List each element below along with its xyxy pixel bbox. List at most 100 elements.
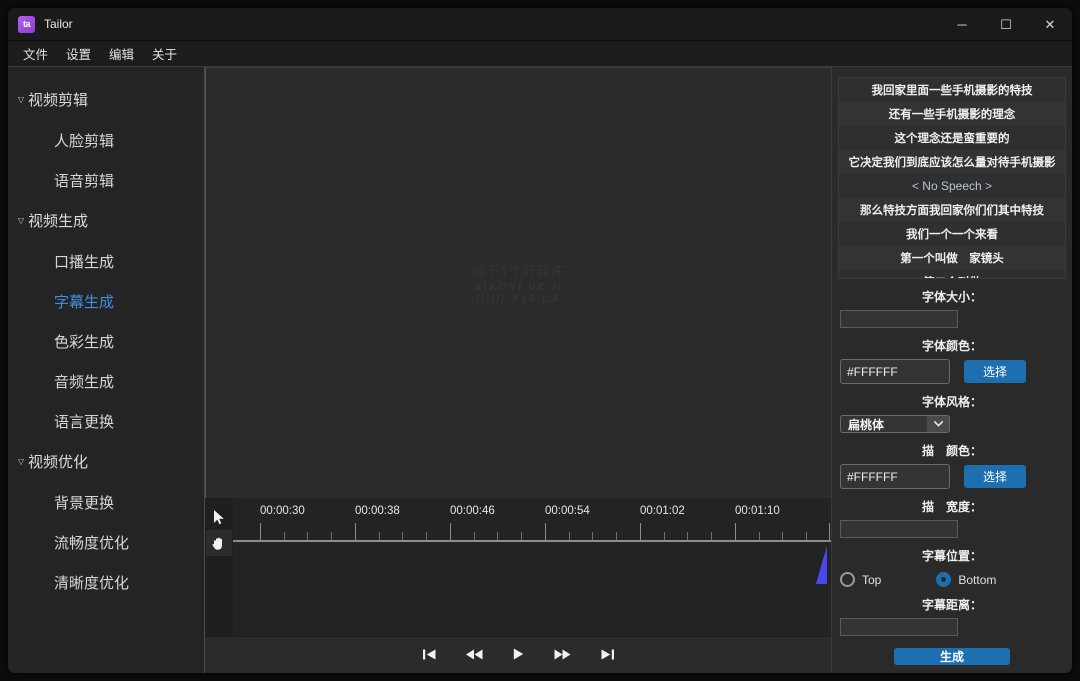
ruler-major-tick — [829, 523, 830, 540]
font-color-row: #FFFFFF 选择 — [838, 359, 1066, 384]
skip-to-end-button[interactable] — [597, 646, 618, 665]
font-color-select-button[interactable]: 选择 — [964, 360, 1026, 383]
stroke-width-label: 描 宽度： — [921, 500, 982, 514]
hand-icon — [212, 537, 222, 550]
sidebar-item-background-change[interactable]: 背景更换 — [8, 482, 204, 522]
timeline: 00:00:30 00:00:38 00:00:46 00:00:54 00:0… — [205, 498, 831, 673]
timeline-ruler[interactable]: 00:00:30 00:00:38 00:00:46 00:00:54 00:0… — [233, 498, 831, 546]
menu-file[interactable]: 文件 — [22, 42, 49, 65]
timeline-tools — [205, 498, 233, 636]
stroke-width-input[interactable] — [840, 520, 958, 538]
chevron-down-icon: ▽ — [17, 215, 25, 225]
ruler-minor-tick — [426, 532, 427, 540]
ruler-tick-label: 00:00:30 — [260, 505, 305, 517]
sidebar-item-subtitle-generation[interactable]: 字幕生成 — [8, 281, 204, 321]
subtitle-row[interactable]: 第二个叫做 — [839, 270, 1065, 278]
maximize-button[interactable]: ☐ — [984, 8, 1028, 40]
app-root: ta Tailor ─ ☐ ✕ 文件 设置 编辑 关于 ▽ 视频剪辑 人脸剪辑 … — [0, 0, 1080, 681]
sidebar-group-video-optimization[interactable]: ▽ 视频优化 — [8, 441, 204, 482]
sidebar-group-video-editing[interactable]: ▽ 视频剪辑 — [8, 79, 204, 120]
sidebar-item-color-generation[interactable]: 色彩生成 — [8, 321, 204, 361]
sidebar-group-label: 视频优化 — [28, 454, 89, 471]
ruler-minor-tick — [569, 532, 570, 540]
ruler-major-tick — [735, 523, 736, 540]
menu-settings[interactable]: 设置 — [65, 42, 92, 65]
sidebar-item-smoothness-optimization[interactable]: 流畅度优化 — [8, 522, 204, 562]
stroke-color-input[interactable]: #FFFFFF — [840, 464, 950, 489]
transport-controls — [205, 636, 831, 673]
subtitle-distance-input[interactable] — [840, 618, 958, 636]
menu-edit[interactable]: 编辑 — [108, 42, 135, 65]
radio-bottom[interactable] — [936, 572, 952, 587]
sidebar-item-voice-edit[interactable]: 语音剪辑 — [8, 160, 204, 200]
minimize-button[interactable]: ─ — [940, 8, 984, 40]
sidebar-item-audio-generation[interactable]: 音频生成 — [8, 361, 204, 401]
font-size-input[interactable] — [840, 310, 958, 328]
ruler-minor-tick — [664, 532, 665, 540]
sidebar-item-label: 口播生成 — [54, 253, 115, 271]
rewind-button[interactable] — [462, 646, 487, 665]
subtitle-row[interactable]: 这个理念还是蛮重要的 — [839, 126, 1065, 150]
skip-to-start-button[interactable] — [419, 646, 440, 665]
menu-about[interactable]: 关于 — [151, 42, 178, 65]
font-color-input[interactable]: #FFFFFF — [840, 359, 950, 384]
sidebar-item-label: 音频生成 — [54, 373, 115, 391]
ruler-baseline — [233, 540, 831, 542]
close-button[interactable]: ✕ — [1028, 8, 1072, 40]
sidebar-group-label: 视频剪辑 — [28, 92, 89, 109]
timeline-track[interactable] — [233, 546, 831, 636]
timeline-right: 00:00:30 00:00:38 00:00:46 00:00:54 00:0… — [233, 498, 831, 636]
chevron-down-icon[interactable] — [927, 416, 949, 432]
subtitle-distance-label: 字幕距离： — [921, 598, 982, 612]
subtitle-row[interactable]: 我们一个一个来看 — [839, 222, 1065, 246]
sidebar-item-label: 背景更换 — [54, 494, 115, 512]
sidebar-item-label: 字幕生成 — [54, 293, 115, 311]
subtitle-row[interactable]: 那么特技方面我回家你们们其中特技 — [839, 198, 1065, 222]
timeline-main: 00:00:30 00:00:38 00:00:46 00:00:54 00:0… — [205, 498, 831, 636]
sidebar-item-face-edit[interactable]: 人脸剪辑 — [8, 120, 204, 160]
subtitle-list[interactable]: 我回家里面一些手机摄影的特技 还有一些手机摄影的理念 这个理念还是蛮重要的 它决… — [838, 77, 1066, 279]
generate-button[interactable]: 生成 — [894, 648, 1010, 665]
radio-top[interactable] — [840, 572, 855, 587]
ruler-tick-label: 00:00:46 — [450, 505, 495, 517]
subtitle-row[interactable]: 第一个叫做 家镜头 — [839, 246, 1065, 270]
ruler-minor-tick — [759, 532, 760, 540]
sidebar-item-clarity-optimization[interactable]: 清晰度优化 — [8, 562, 204, 602]
ruler-minor-tick — [687, 532, 688, 540]
ruler-minor-tick — [711, 532, 712, 540]
subtitle-row[interactable]: 还有一些手机摄影的理念 — [839, 102, 1065, 126]
sidebar-group-video-generation[interactable]: ▽ 视频生成 — [8, 200, 204, 241]
watermark-line-1: @下1个好软件 — [472, 261, 564, 280]
chevron-down-icon: ▽ — [17, 456, 25, 466]
sidebar-group-label: 视频生成 — [28, 213, 89, 230]
fast-forward-button[interactable] — [550, 646, 575, 665]
play-icon — [513, 648, 523, 660]
font-style-select[interactable]: 扁桃体 — [840, 415, 950, 433]
right-panel: 我回家里面一些手机摄影的特技 还有一些手机摄影的理念 这个理念还是蛮重要的 它决… — [832, 67, 1072, 673]
ruler-minor-tick — [521, 532, 522, 540]
hand-tool-icon[interactable] — [206, 530, 232, 556]
app-title: Tailor — [44, 17, 73, 31]
stroke-color-row: #FFFFFF 选择 — [838, 464, 1066, 489]
title-bar: ta Tailor ─ ☐ ✕ — [8, 8, 1072, 41]
stroke-color-select-button[interactable]: 选择 — [964, 465, 1026, 488]
radio-bottom-label: Bottom — [958, 572, 997, 587]
sidebar-item-label: 色彩生成 — [54, 333, 115, 351]
subtitle-row[interactable]: 我回家里面一些手机摄影的特技 — [839, 78, 1065, 102]
timeline-playhead[interactable] — [816, 546, 827, 584]
application-window: ta Tailor ─ ☐ ✕ 文件 设置 编辑 关于 ▽ 视频剪辑 人脸剪辑 … — [8, 8, 1072, 673]
watermark: @下1个好软件 XIAOYI.VC // ////// X16.LA — [472, 261, 564, 306]
ruler-minor-tick — [782, 532, 783, 540]
menu-bar: 文件 设置 编辑 关于 — [8, 41, 1072, 67]
sidebar-item-label: 语音剪辑 — [54, 172, 115, 190]
sidebar: ▽ 视频剪辑 人脸剪辑 语音剪辑 ▽ 视频生成 口播生成 字幕生成 色彩生成 音… — [8, 67, 205, 673]
sidebar-item-label: 语言更换 — [54, 413, 115, 431]
video-preview[interactable]: @下1个好软件 XIAOYI.VC // ////// X16.LA — [205, 67, 831, 498]
subtitle-row[interactable]: 它决定我们到底应该怎么量对待手机摄影 — [839, 150, 1065, 174]
sidebar-item-language-change[interactable]: 语言更换 — [8, 401, 204, 441]
play-button[interactable] — [509, 645, 528, 665]
select-tool-icon[interactable] — [206, 504, 232, 530]
sidebar-item-oral-broadcast[interactable]: 口播生成 — [8, 241, 204, 281]
subtitle-row-no-speech[interactable]: < No Speech > — [839, 174, 1065, 198]
ruler-major-tick — [545, 523, 546, 540]
